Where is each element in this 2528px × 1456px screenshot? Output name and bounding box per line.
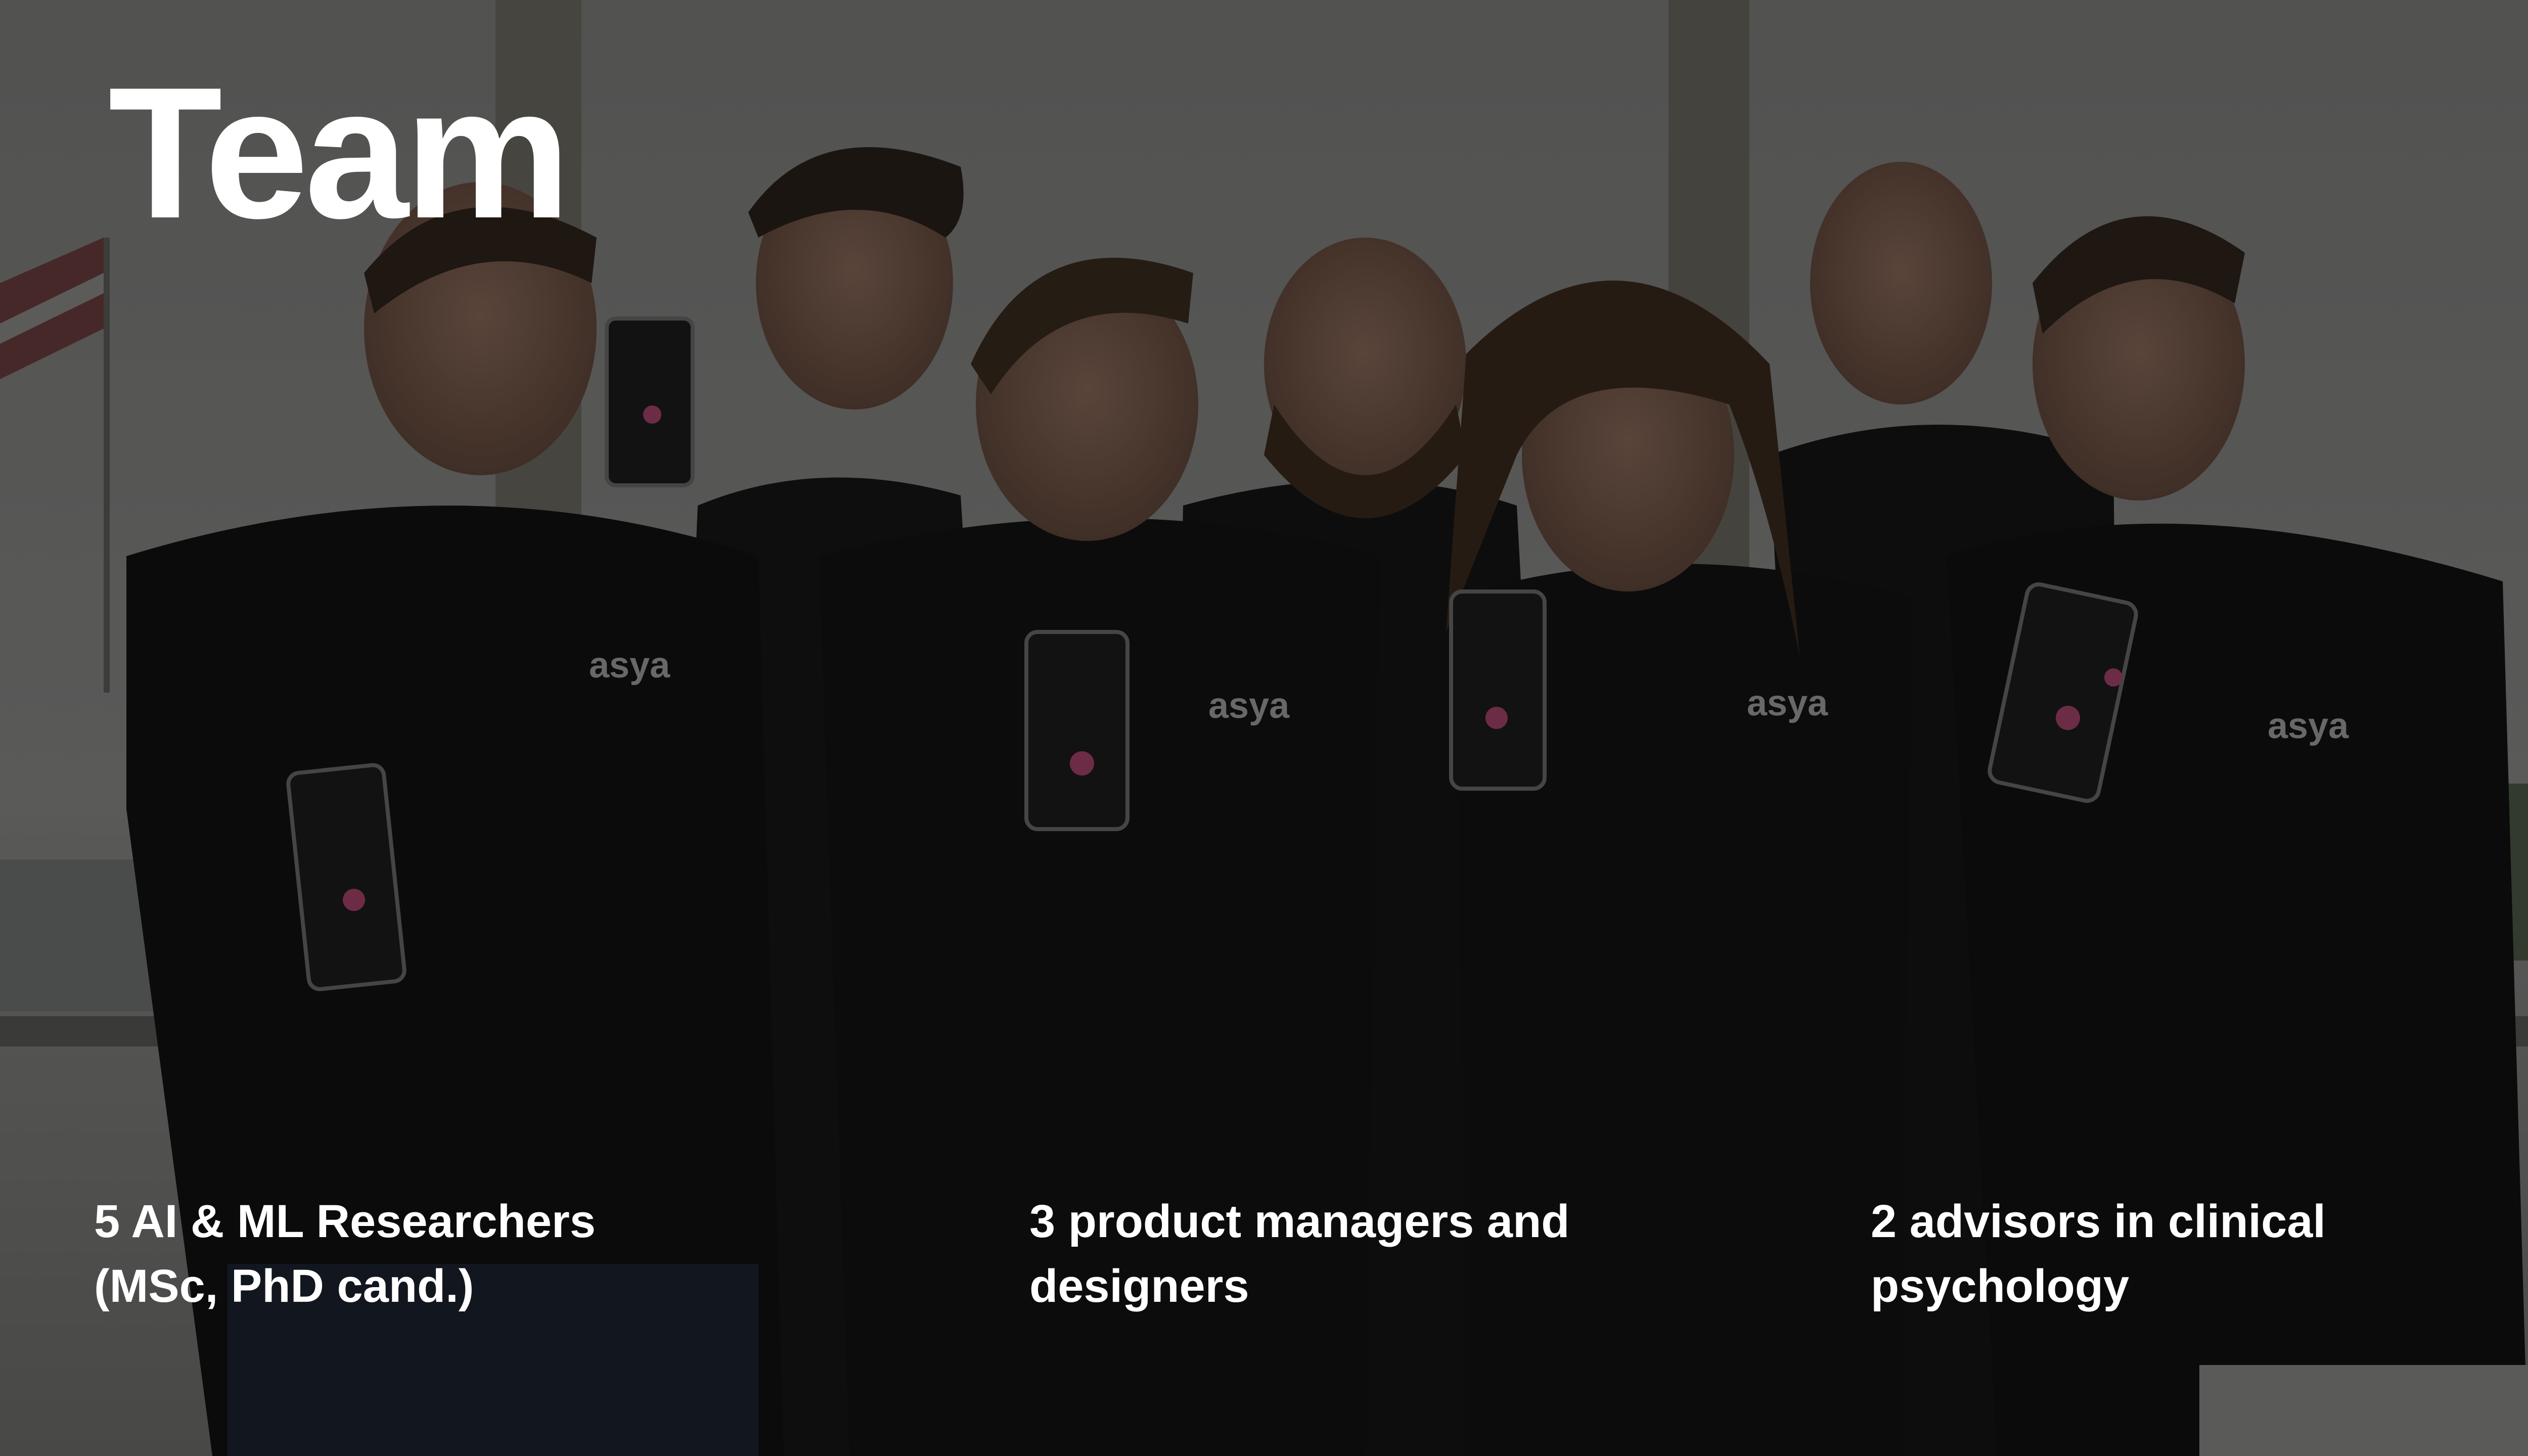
caption-researchers: 5 AI & ML Researchers (MSc, PhD cand.): [94, 1189, 596, 1318]
caption-line: 3 product managers and: [1029, 1196, 1570, 1247]
caption-line: (MSc, PhD cand.): [94, 1260, 474, 1312]
caption-line: psychology: [1871, 1260, 2130, 1312]
slide-title: Team: [108, 49, 571, 257]
caption-product-managers: 3 product managers and designers: [1029, 1189, 1569, 1318]
caption-line: 5 AI & ML Researchers: [94, 1196, 596, 1247]
caption-line: 2 advisors in clinical: [1871, 1196, 2326, 1247]
caption-line: designers: [1029, 1260, 1249, 1312]
caption-advisors: 2 advisors in clinical psychology: [1871, 1189, 2326, 1318]
